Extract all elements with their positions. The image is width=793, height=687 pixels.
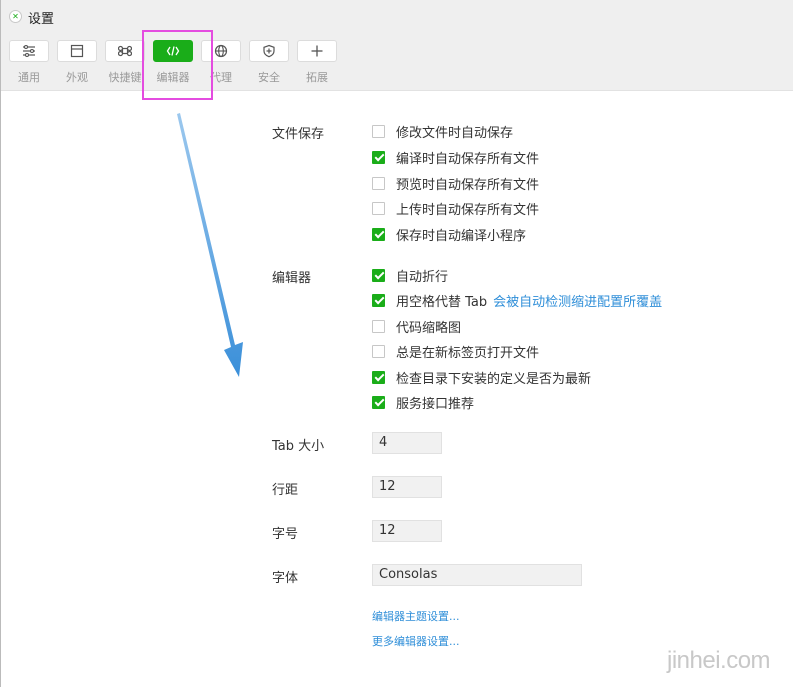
section-label-file-save: 文件保存 xyxy=(272,127,325,142)
settings-toolbar: 通用 外观 快捷键 编辑器 代理 安全 拓展 xyxy=(1,34,793,91)
option-save-all-on-preview[interactable]: 预览时自动保存所有文件 xyxy=(372,174,540,193)
window-icon xyxy=(70,44,84,58)
tab-general-button[interactable] xyxy=(9,40,49,62)
tab-appearance-button[interactable] xyxy=(57,40,97,62)
checkbox-spaces-for-tab[interactable] xyxy=(372,293,385,307)
option-word-wrap[interactable]: 自动折行 xyxy=(372,266,449,285)
option-compile-on-save[interactable]: 保存时自动编译小程序 xyxy=(372,225,527,244)
option-text: 代码缩略图 xyxy=(396,320,462,336)
watermark: jinhei.com xyxy=(667,647,771,674)
window-title: 设置 xyxy=(28,12,55,27)
font-family-input[interactable]: Consolas xyxy=(372,564,582,586)
tab-general[interactable]: 通用 xyxy=(5,40,53,88)
command-icon xyxy=(118,45,132,57)
checkbox-word-wrap[interactable] xyxy=(372,268,385,282)
tab-appearance-label: 外观 xyxy=(66,71,88,84)
highlight-annotation-box xyxy=(142,30,213,100)
option-open-in-new-tab[interactable]: 总是在新标签页打开文件 xyxy=(372,342,540,361)
sliders-icon xyxy=(23,44,35,58)
checkbox-check-definitions[interactable] xyxy=(372,370,385,384)
tab-shortcuts-button[interactable] xyxy=(105,40,145,62)
line-height-input[interactable]: 12 xyxy=(372,476,442,498)
option-minimap[interactable]: 代码缩略图 xyxy=(372,317,462,336)
option-text: 保存时自动编译小程序 xyxy=(396,228,527,244)
option-text: 编译时自动保存所有文件 xyxy=(396,151,540,167)
section-label-editor: 编辑器 xyxy=(272,271,312,286)
app-logo-icon: ✕ xyxy=(9,10,22,23)
option-text: 修改文件时自动保存 xyxy=(396,125,514,141)
field-label-font-size: 字号 xyxy=(272,527,299,542)
tab-security-button[interactable] xyxy=(249,40,289,62)
checkbox-open-in-new-tab[interactable] xyxy=(372,344,385,358)
option-text: 预览时自动保存所有文件 xyxy=(396,177,540,193)
option-spaces-for-tab[interactable]: 用空格代替 Tab 会被自动检测缩进配置所覆盖 xyxy=(372,291,663,310)
checkbox-save-all-on-upload[interactable] xyxy=(372,201,385,215)
checkbox-minimap[interactable] xyxy=(372,319,385,333)
plus-icon xyxy=(311,45,323,57)
tab-extensions-button[interactable] xyxy=(297,40,337,62)
checkbox-autosave-on-modify[interactable] xyxy=(372,124,385,138)
field-label-line-height: 行距 xyxy=(272,483,299,498)
option-text: 自动折行 xyxy=(396,269,449,285)
tab-size-input[interactable]: 4 xyxy=(372,432,442,454)
checkbox-save-all-on-compile[interactable] xyxy=(372,150,385,164)
option-save-all-on-compile[interactable]: 编译时自动保存所有文件 xyxy=(372,148,540,167)
tab-extensions[interactable]: 拓展 xyxy=(293,40,341,88)
field-label-tab-size: Tab 大小 xyxy=(272,439,325,454)
option-api-suggestions[interactable]: 服务接口推荐 xyxy=(372,393,475,412)
shield-icon xyxy=(263,44,275,58)
option-save-all-on-upload[interactable]: 上传时自动保存所有文件 xyxy=(372,199,540,218)
checkbox-api-suggestions[interactable] xyxy=(372,395,385,409)
editor-theme-settings-link[interactable]: 编辑器主题设置... xyxy=(372,608,460,624)
checkbox-compile-on-save[interactable] xyxy=(372,227,385,241)
tab-extensions-label: 拓展 xyxy=(306,71,328,84)
option-text: 服务接口推荐 xyxy=(396,396,475,412)
font-size-input[interactable]: 12 xyxy=(372,520,442,542)
option-text: 上传时自动保存所有文件 xyxy=(396,202,540,218)
option-text: 用空格代替 Tab xyxy=(396,294,488,310)
tab-general-label: 通用 xyxy=(18,71,40,84)
option-text: 检查目录下安装的定义是否为最新 xyxy=(396,371,592,387)
option-hint: 会被自动检测缩进配置所覆盖 xyxy=(493,294,663,310)
field-label-font-family: 字体 xyxy=(272,571,299,586)
tab-security[interactable]: 安全 xyxy=(245,40,293,88)
option-autosave-on-modify[interactable]: 修改文件时自动保存 xyxy=(372,122,514,141)
title-bar: ✕ 设置 xyxy=(1,0,793,34)
tab-appearance[interactable]: 外观 xyxy=(53,40,101,88)
option-text: 总是在新标签页打开文件 xyxy=(396,345,540,361)
settings-window: ✕ 设置 通用 外观 快捷键 编辑器 代理 安全 拓展 文件保存 修改文件时自动… xyxy=(0,0,793,687)
checkbox-save-all-on-preview[interactable] xyxy=(372,176,385,190)
globe-icon xyxy=(214,44,228,58)
option-check-definitions[interactable]: 检查目录下安装的定义是否为最新 xyxy=(372,368,592,387)
more-editor-settings-link[interactable]: 更多编辑器设置... xyxy=(372,633,460,649)
tab-security-label: 安全 xyxy=(258,71,280,84)
